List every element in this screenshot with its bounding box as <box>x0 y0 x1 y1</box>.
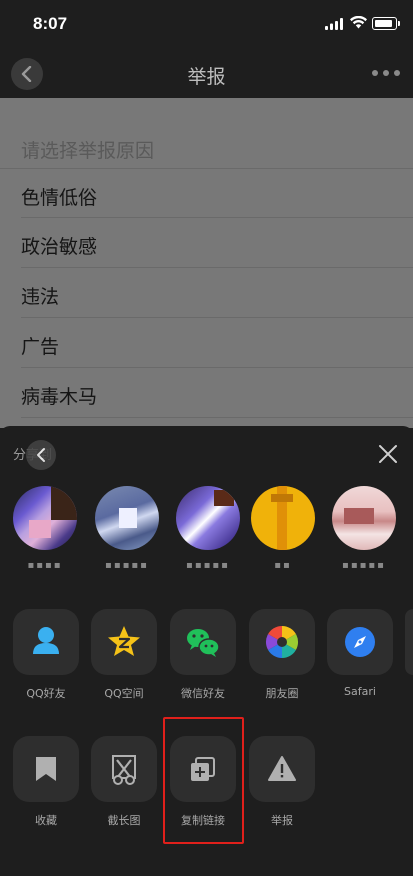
avatar <box>13 486 77 550</box>
share-moments[interactable]: 朋友圈 <box>249 609 315 701</box>
app-tile <box>249 736 315 802</box>
battery-tip <box>398 21 400 26</box>
share-qzone[interactable]: QQ空间 <box>91 609 157 701</box>
share-safari[interactable]: Safari <box>327 609 393 698</box>
report-reason-label: 色情低俗 <box>21 187 98 209</box>
share-wechat-friend[interactable]: 微信好友 <box>170 609 236 701</box>
more-dot-icon <box>383 70 389 76</box>
avatar <box>95 486 159 550</box>
app-tile <box>91 609 157 675</box>
contact-item[interactable]: ▪▪▪▪▪ <box>95 486 159 580</box>
chevron-left-icon <box>37 448 45 462</box>
contact-name: ▪▪▪▪▪ <box>342 560 386 571</box>
more-options-button[interactable] <box>372 70 402 78</box>
qq-friend-icon <box>33 627 59 654</box>
highlight-box <box>163 717 244 844</box>
report-hint: 请选择举报原因 <box>21 140 155 162</box>
scissors-icon <box>112 755 136 785</box>
share-target-label: QQ好友 <box>26 687 66 700</box>
report-reason-item[interactable]: 政治敏感 <box>0 218 413 268</box>
action-label: 收藏 <box>35 814 57 827</box>
contact-item[interactable]: ▪▪▪▪ <box>13 486 77 580</box>
moments-icon <box>265 625 299 659</box>
nav-bar: 举报 <box>0 48 413 98</box>
share-target-label: 微信好友 <box>181 687 225 700</box>
app-tile <box>13 609 79 675</box>
report-reason-label: 广告 <box>21 336 60 358</box>
report-reason-list: 请选择举报原因 色情低俗 政治敏感 违法 广告 病毒木马 <box>0 98 413 428</box>
cellular-signal-icon <box>325 18 343 30</box>
share-qq-friend[interactable]: QQ好友 <box>13 609 79 701</box>
battery-icon <box>372 17 397 30</box>
divider <box>21 417 413 418</box>
close-icon[interactable] <box>377 443 399 465</box>
action-label: 举报 <box>271 814 293 827</box>
status-bar: 8:07 <box>0 0 413 48</box>
contact-name: ▪▪▪▪▪ <box>186 560 230 571</box>
action-report[interactable]: 举报 <box>249 736 315 828</box>
share-target-label: QQ空间 <box>104 687 144 700</box>
share-target-label: Safari <box>344 685 376 698</box>
avatar <box>251 486 315 550</box>
page-title: 举报 <box>187 66 226 88</box>
report-reason-label: 政治敏感 <box>21 236 98 258</box>
safari-compass-icon <box>345 627 375 657</box>
contact-item[interactable]: ▪▪ <box>251 486 315 580</box>
warning-icon <box>268 756 296 781</box>
more-dot-icon <box>394 70 400 76</box>
more-dot-icon <box>372 70 378 76</box>
report-reason-item[interactable]: 病毒木马 <box>0 368 413 418</box>
action-long-screenshot[interactable]: 截长图 <box>91 736 157 828</box>
wifi-icon <box>350 16 367 29</box>
bookmark-icon <box>36 757 56 781</box>
app-tile <box>91 736 157 802</box>
status-time: 8:07 <box>33 14 68 33</box>
action-favorite[interactable]: 收藏 <box>13 736 79 828</box>
wechat-icon <box>187 629 220 657</box>
contact-name: ▪▪ <box>274 560 292 571</box>
report-reason-item[interactable]: 色情低俗 <box>0 168 413 218</box>
share-target-label: 朋友圈 <box>265 687 299 700</box>
contact-name: ▪▪▪▪ <box>27 560 63 571</box>
contact-item[interactable]: ▪▪▪▪▪ <box>332 486 396 580</box>
report-reason-label: 病毒木马 <box>21 386 98 408</box>
app-tile <box>13 736 79 802</box>
avatar <box>332 486 396 550</box>
contact-item[interactable]: ▪▪▪▪▪ <box>176 486 240 580</box>
app-tile <box>327 609 393 675</box>
qzone-icon <box>108 626 140 656</box>
app-tile <box>249 609 315 675</box>
avatar <box>176 486 240 550</box>
next-share-target-peek[interactable] <box>405 609 413 675</box>
report-reason-item[interactable]: 违法 <box>0 268 413 318</box>
report-reason-label: 违法 <box>21 286 60 308</box>
action-label: 截长图 <box>107 814 141 827</box>
sheet-back-button[interactable] <box>26 440 56 470</box>
app-tile <box>170 609 236 675</box>
contact-name: ▪▪▪▪▪ <box>105 560 149 571</box>
report-reason-item[interactable]: 广告 <box>0 318 413 368</box>
